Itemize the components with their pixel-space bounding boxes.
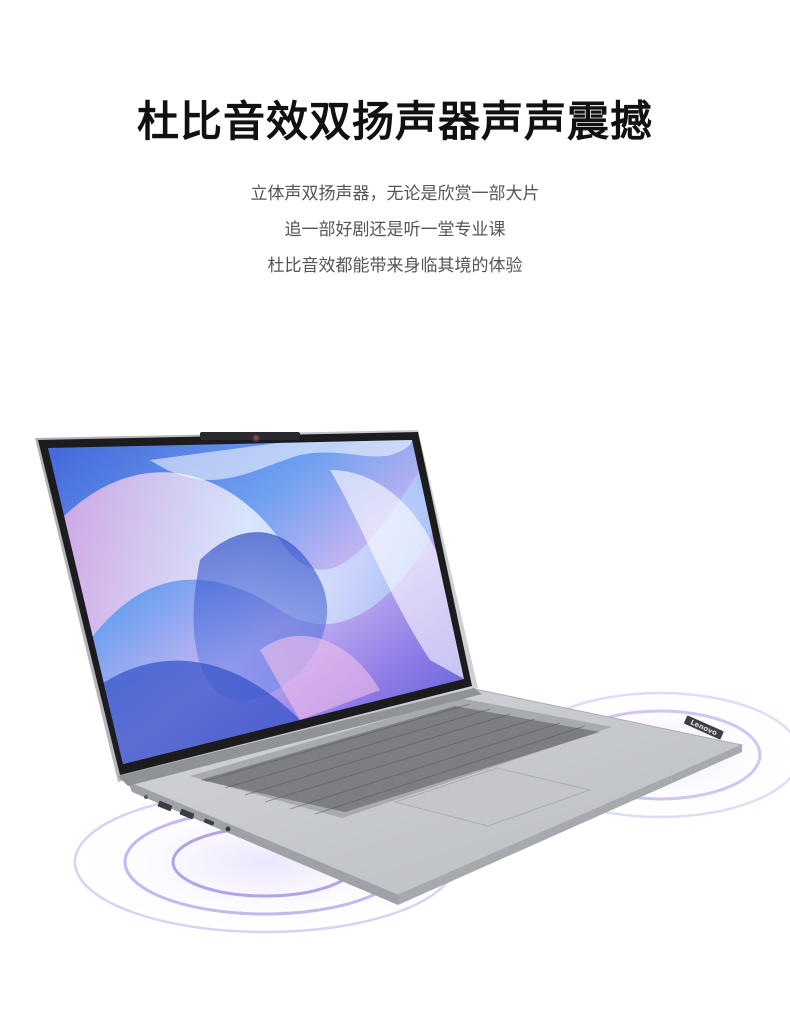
description-line: 杜比音效都能带来身临其境的体验 <box>267 256 523 276</box>
laptop-product-image: Lenovo <box>35 430 790 937</box>
description-line: 追一部好剧还是听一堂专业课 <box>284 220 506 240</box>
feature-description: 立体声双扬声器，无论是欣赏一部大片 追一部好剧还是听一堂专业课 杜比音效都能带来… <box>0 176 790 284</box>
description-line: 立体声双扬声器，无论是欣赏一部大片 <box>250 184 540 204</box>
page-title: 杜比音效双扬声器声声震撼 <box>136 97 653 146</box>
